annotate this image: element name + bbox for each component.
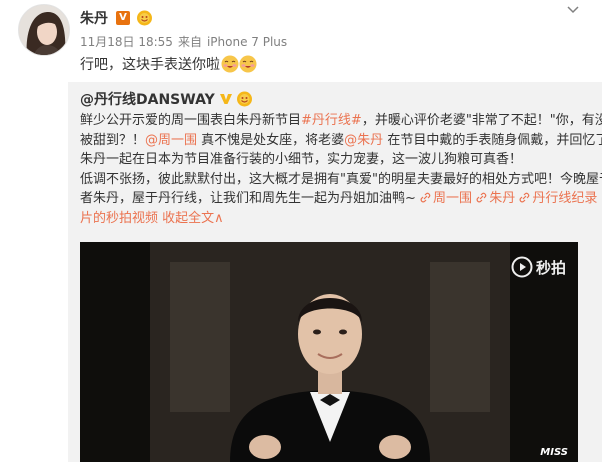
weibo-post: 朱丹 V 11月18日 18:55 来自 iPhone 7 Plus 行吧，这块手表… xyxy=(0,0,602,462)
video-watermark: MISS xyxy=(540,447,568,458)
repost-text-line: 低调不张扬，彼此默默付出，这大概才是拥有"真爱"的明星夫妻最好的相处方式吧！今晚… xyxy=(80,170,602,190)
repost-text-line: 被甜到？！@周一围 真不愧是处女座，将老婆@朱丹 在节目中戴的手表随身佩戴，并回… xyxy=(80,131,602,151)
repost-text-line: 者朱丹，屋于丹行线，让我们和周先生一起为丹姐加油鸭~ 周一围 朱丹 丹行线纪录 xyxy=(80,189,597,209)
text-segment: 朱丹一起在日本为节目准备行装的小细节，实力宠妻，这一波儿狗粮可真香！ xyxy=(80,152,523,167)
inline-link[interactable]: @朱丹 xyxy=(344,133,383,148)
topic-link[interactable]: 朱丹 xyxy=(476,191,515,206)
repost-author-row: @丹行线DANSWAY xyxy=(80,89,253,109)
topic-link-label: 丹行线纪录 xyxy=(532,191,598,206)
video-frame xyxy=(80,242,578,462)
inline-link[interactable]: @周一围 xyxy=(145,133,197,148)
play-icon xyxy=(511,256,533,278)
repost-box: @丹行线DANSWAY 鲜少公开示爱的周一围表白朱丹新节目#丹行线#，并暖心评价… xyxy=(68,82,602,462)
text-segment: 真不愧是处女座，将老婆 xyxy=(197,132,345,148)
source-prefix: 来自 xyxy=(177,35,202,49)
topic-link[interactable]: 周一围 xyxy=(420,191,472,206)
topic-link-label: 周一围 xyxy=(433,191,473,206)
verified-v-icon[interactable]: V xyxy=(116,11,130,25)
post-author: 朱丹 V xyxy=(80,8,153,28)
link-icon xyxy=(420,192,431,203)
post-time[interactable]: 11月18日 18:55 xyxy=(80,35,173,49)
text-segment: 低调不张扬，彼此默默付出，这大概才是拥有"真爱"的明星夫妻最好的相处方式吧！今晚… xyxy=(80,171,602,187)
verified-v-icon[interactable] xyxy=(219,92,233,106)
post-source[interactable]: iPhone 7 Plus xyxy=(207,35,287,49)
repost-text-line: 朱丹一起在日本为节目准备行装的小细节，实力宠妻，这一波儿狗粮可真香！ xyxy=(80,150,596,170)
repost-text-line: 片的秒拍视频 收起全文∧ xyxy=(80,209,596,229)
post-text-row: 行吧，这块手表送你啦 xyxy=(80,54,258,74)
link-icon xyxy=(519,192,530,203)
inline-link[interactable]: ∧ xyxy=(214,211,224,226)
text-segment: 者朱丹，屋于丹行线，让我们和周先生一起为丹姐加油鸭~ xyxy=(80,191,421,206)
miaopai-logo: 秒拍 xyxy=(511,256,566,278)
avatar[interactable] xyxy=(18,4,70,56)
link-icon xyxy=(476,192,487,203)
inline-link[interactable]: 收起全文 xyxy=(162,211,214,226)
topic-link-label: 朱丹 xyxy=(489,191,516,206)
repost-author-name[interactable]: @丹行线DANSWAY xyxy=(80,89,215,109)
medal-icon[interactable] xyxy=(236,91,253,107)
text-segment: 鲜少公开示爱的周一围表白朱丹新节目 xyxy=(80,113,302,128)
chevron-down-icon[interactable] xyxy=(566,4,580,16)
topic-link[interactable]: 丹行线纪录 xyxy=(519,191,597,206)
post-meta: 11月18日 18:55 来自 iPhone 7 Plus xyxy=(80,33,292,50)
video-player[interactable]: 秒拍 MISS xyxy=(80,242,578,462)
text-segment: 在节目中戴的手表随身佩戴，并回忆了与 xyxy=(383,132,602,148)
text-segment: 被甜到？！ xyxy=(80,132,146,148)
inline-link[interactable]: 片的秒拍视频 xyxy=(80,211,158,226)
post-text: 行吧，这块手表送你啦 xyxy=(80,57,220,73)
inline-link[interactable]: #丹行线# xyxy=(301,113,362,128)
author-name[interactable]: 朱丹 xyxy=(80,8,108,28)
text-segment: ，并暖心评价老婆"非常了不起！"你，有没有 xyxy=(361,113,602,128)
laugh-emoji-icon xyxy=(221,55,239,73)
repost-text-line: 鲜少公开示爱的周一围表白朱丹新节目#丹行线#，并暖心评价老婆"非常了不起！"你，… xyxy=(80,111,602,131)
platform-label: 秒拍 xyxy=(535,258,566,277)
laugh-emoji-icon xyxy=(239,55,257,73)
repost-text: 鲜少公开示爱的周一围表白朱丹新节目#丹行线#，并暖心评价老婆"非常了不起！"你，… xyxy=(80,111,602,229)
medal-icon[interactable] xyxy=(136,10,153,26)
